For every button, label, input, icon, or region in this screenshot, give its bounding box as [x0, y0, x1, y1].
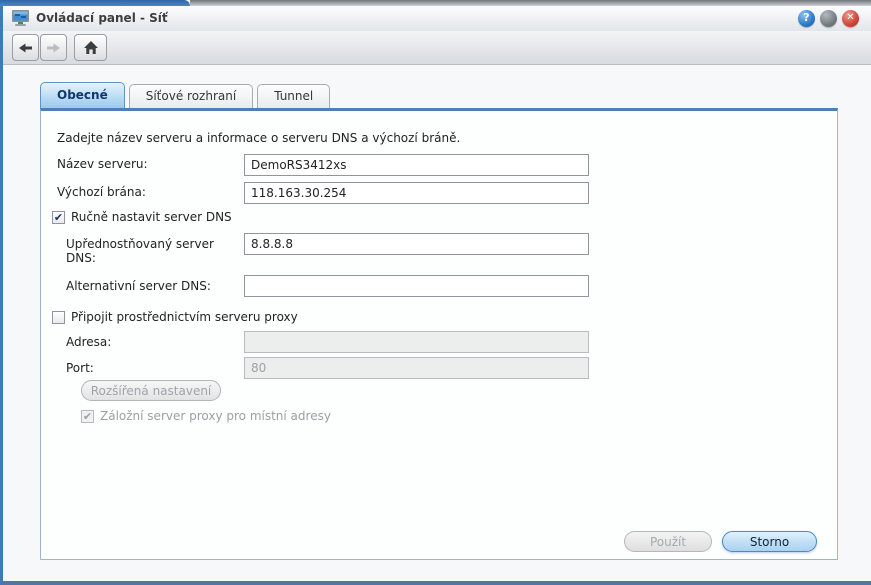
screen: Ovládací panel - Síť ? ✕ Obecné Síťové r…: [0, 0, 871, 585]
proxy-address-input[interactable]: [244, 331, 589, 353]
control-panel-window: Ovládací panel - Síť ? ✕ Obecné Síťové r…: [0, 6, 871, 585]
proxy-backup-label: Záložní server proxy pro místní adresy: [100, 409, 331, 423]
proxy-label[interactable]: Připojit prostřednictvím serveru proxy: [71, 310, 298, 324]
general-settings-panel: Zadejte název serveru a informace o serv…: [40, 108, 838, 560]
help-icon[interactable]: ?: [798, 10, 815, 27]
home-button[interactable]: [74, 34, 107, 61]
arrow-right-icon: [47, 43, 60, 52]
minimize-icon[interactable]: [820, 10, 837, 27]
server-name-label: Název serveru:: [57, 157, 148, 171]
title-bar: Ovládací panel - Síť ? ✕: [3, 6, 871, 31]
proxy-address-label: Adresa:: [66, 335, 112, 349]
window-title: Ovládací panel - Síť: [36, 11, 168, 25]
gateway-input[interactable]: [244, 182, 589, 204]
tab-sitove-rozhrani[interactable]: Síťové rozhraní: [128, 84, 254, 108]
dns-alternative-input[interactable]: [244, 275, 589, 297]
navigation-toolbar: [3, 31, 871, 65]
dns-alternative-label: Alternativní server DNS:: [66, 279, 211, 293]
apply-button[interactable]: Použít: [624, 531, 712, 552]
proxy-port-input[interactable]: [244, 357, 589, 379]
proxy-backup-checkbox[interactable]: ✔: [81, 410, 94, 423]
control-panel-icon: [12, 10, 29, 26]
form-description: Zadejte název serveru a informace o serv…: [57, 131, 461, 145]
back-button[interactable]: [12, 34, 39, 61]
manual-dns-label[interactable]: Ručně nastavit server DNS: [71, 210, 232, 224]
close-icon[interactable]: ✕: [842, 10, 859, 27]
dns-preferred-input[interactable]: [244, 233, 589, 255]
tab-obecne[interactable]: Obecné: [40, 82, 125, 108]
proxy-port-label: Port:: [66, 361, 94, 375]
proxy-checkbox[interactable]: [52, 311, 65, 324]
cancel-button[interactable]: Storno: [722, 531, 817, 552]
manual-dns-checkbox[interactable]: ✔: [52, 211, 65, 224]
advanced-settings-button[interactable]: Rozšířená nastavení: [81, 380, 221, 401]
house-icon: [83, 41, 98, 54]
forward-button[interactable]: [40, 34, 67, 61]
server-name-input[interactable]: [244, 154, 589, 176]
tab-bar: Obecné Síťové rozhraní Tunnel: [40, 82, 331, 108]
gateway-label: Výchozí brána:: [57, 185, 146, 199]
tab-tunnel[interactable]: Tunnel: [257, 84, 331, 108]
arrow-left-icon: [19, 43, 32, 52]
window-controls: ? ✕: [798, 10, 859, 27]
dns-preferred-label: Upřednostňovaný server DNS:: [66, 237, 214, 265]
